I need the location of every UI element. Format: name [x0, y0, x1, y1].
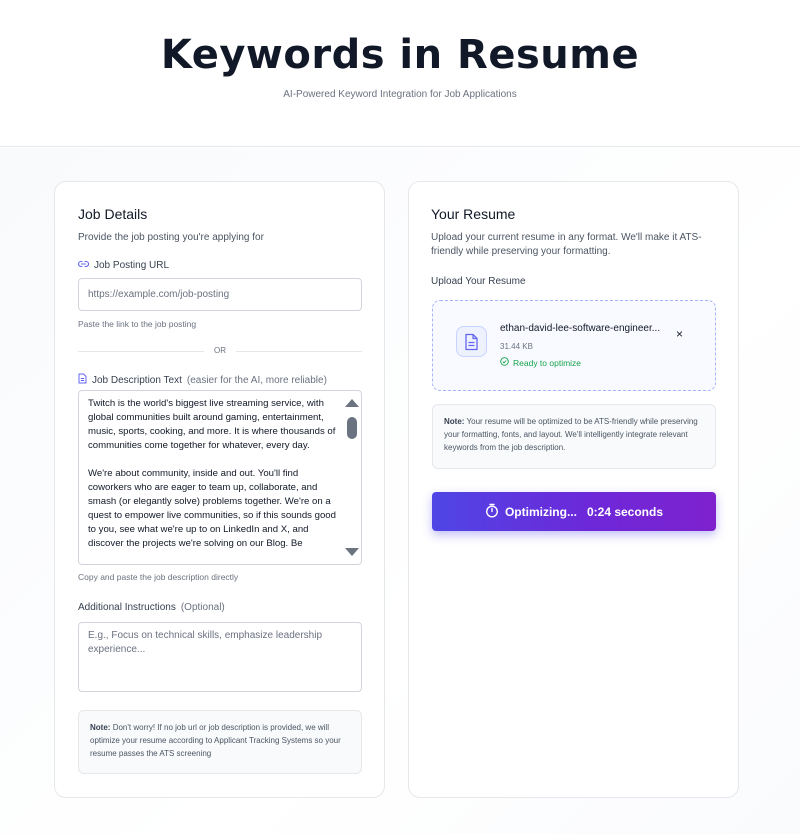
app-subtitle: AI-Powered Keyword Integration for Job A…: [283, 89, 517, 100]
timer-icon: [485, 503, 499, 521]
check-circle-icon: [500, 357, 509, 368]
divider-line-right: [236, 351, 362, 352]
instructions-label: Additional Instructions (Optional): [78, 602, 225, 613]
file-status-text: Ready to optimize: [513, 357, 582, 368]
job-description-textarea[interactable]: Twitch is the world's biggest live strea…: [78, 390, 362, 565]
app-title: Keywords in Resume: [160, 32, 640, 78]
optimize-button-label: Optimizing...: [504, 504, 577, 519]
url-hint: Paste the link to the job posting: [78, 319, 197, 329]
file-name: ethan-david-lee-software-engineer...: [500, 323, 661, 334]
scroll-down-icon[interactable]: [345, 548, 359, 556]
page-header: Keywords in Resume AI-Powered Keyword In…: [0, 0, 800, 147]
job-note-text: Don't worry! If no job url or job descri…: [90, 723, 341, 758]
instructions-label-text: Additional Instructions: [78, 602, 176, 613]
scroll-thumb[interactable]: [347, 417, 357, 439]
jd-label: Job Description Text (easier for the AI,…: [78, 373, 327, 387]
job-details-card: Job Details Provide the job posting you'…: [54, 181, 385, 798]
jd-label-note: (easier for the AI, more reliable): [186, 374, 327, 386]
additional-instructions-textarea[interactable]: E.g., Focus on technical skills, emphasi…: [78, 622, 362, 692]
job-details-description: Provide the job posting you're applying …: [78, 232, 264, 243]
resume-description: Upload your current resume in any format…: [431, 232, 702, 257]
link-icon: [77, 260, 90, 271]
resume-note-text: Your resume will be optimized to be ATS-…: [444, 417, 698, 452]
job-details-title: Job Details: [78, 206, 148, 222]
resume-upload-zone[interactable]: ethan-david-lee-software-engineer... 31.…: [432, 300, 716, 391]
jd-scrollbar[interactable]: [341, 391, 361, 564]
resume-card: Your Resume Upload your current resume i…: [408, 181, 739, 798]
file-status: Ready to optimize: [500, 357, 581, 368]
upload-label: Upload Your Resume: [431, 276, 526, 287]
resume-note-label: Note:: [444, 417, 465, 426]
resume-note: Note: Your resume will be optimized to b…: [432, 404, 716, 469]
main-content: Job Details Provide the job posting you'…: [0, 148, 800, 834]
optimize-button[interactable]: Optimizing... 0:24 seconds: [432, 492, 716, 531]
job-description-text: Twitch is the world's biggest live strea…: [88, 398, 336, 549]
remove-file-button[interactable]: ×: [676, 327, 683, 341]
url-label: Job Posting URL: [77, 260, 170, 271]
job-url-placeholder: https://example.com/job-posting: [88, 289, 230, 300]
jd-hint: Copy and paste the job description direc…: [78, 572, 239, 582]
instructions-placeholder: E.g., Focus on technical skills, emphasi…: [88, 630, 323, 655]
url-label-text: Job Posting URL: [94, 260, 170, 271]
job-note: Note: Don't worry! If no job url or job …: [78, 710, 362, 774]
job-url-input[interactable]: https://example.com/job-posting: [78, 278, 362, 311]
scroll-up-icon[interactable]: [345, 399, 359, 407]
instructions-optional: (Optional): [180, 602, 225, 613]
optimize-timer: 0:24 seconds: [586, 504, 664, 519]
document-icon: [78, 373, 87, 387]
file-icon: [456, 326, 487, 357]
resume-title: Your Resume: [431, 206, 516, 222]
file-size: 31.44 KB: [500, 342, 533, 351]
job-note-label: Note:: [90, 723, 111, 732]
or-divider: OR: [78, 345, 362, 357]
jd-label-text: Job Description Text: [92, 374, 182, 386]
